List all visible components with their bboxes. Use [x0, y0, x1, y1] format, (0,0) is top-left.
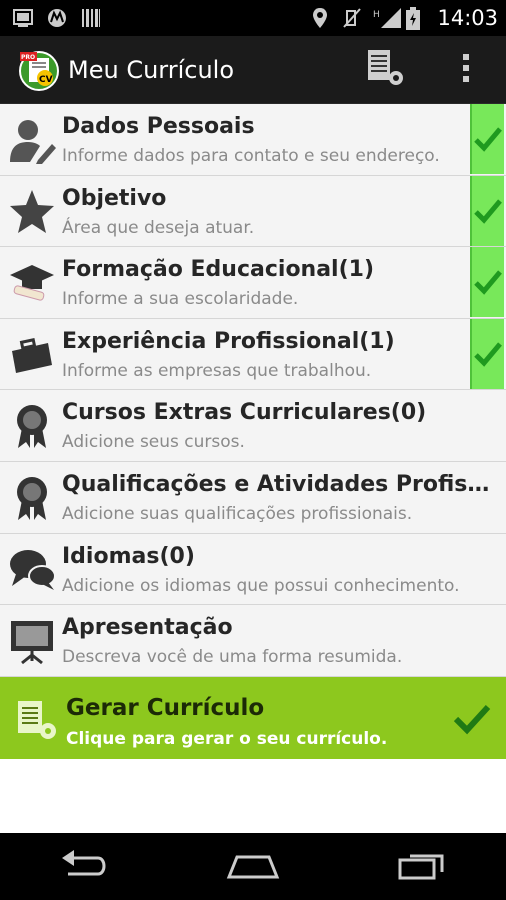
section-title: Cursos Extras Curriculares(0)	[62, 400, 427, 426]
section-title: Experiência Profissional(1)	[62, 328, 395, 354]
section-subtitle: Informe as empresas que trabalhou.	[62, 360, 372, 381]
recent-apps-button[interactable]	[382, 842, 462, 892]
section-experiencia-profissional[interactable]: Experiência Profissional(1) Informe as e…	[0, 318, 506, 391]
section-list: Dados Pessoais Informe dados para contat…	[0, 104, 506, 677]
section-subtitle: Adicione seus cursos.	[62, 432, 245, 453]
signal-h-icon: H	[373, 7, 402, 29]
user-edit-icon	[8, 116, 56, 164]
back-icon	[58, 849, 110, 884]
section-dados-pessoais[interactable]: Dados Pessoais Informe dados para contat…	[0, 104, 506, 176]
section-subtitle: Área que deseja atuar.	[62, 217, 255, 238]
battery-icon	[405, 7, 427, 30]
checkmark-icon	[474, 198, 502, 224]
section-title: Dados Pessoais	[62, 114, 255, 139]
overflow-menu-icon	[460, 52, 472, 88]
section-qualificacoes[interactable]: Qualificações e Atividades Profissio… Ad…	[0, 461, 506, 534]
recent-apps-icon	[396, 850, 448, 884]
graduation-cap-icon	[8, 259, 56, 307]
back-button[interactable]	[44, 842, 124, 892]
settings-document-icon	[362, 48, 410, 92]
app-logo-icon[interactable]: CV PRO	[18, 49, 60, 91]
presentation-board-icon	[8, 617, 56, 665]
home-icon	[225, 851, 281, 883]
briefcase-icon	[8, 331, 56, 379]
section-cursos-extras[interactable]: Cursos Extras Curriculares(0) Adicione s…	[0, 390, 506, 462]
mute-icon	[341, 7, 363, 29]
star-icon	[8, 188, 56, 236]
award-ribbon-icon	[8, 474, 56, 522]
checkmark-icon	[474, 342, 502, 367]
section-subtitle: Informe a sua escolaridade.	[62, 289, 299, 310]
section-title: Objetivo	[62, 185, 167, 211]
section-subtitle: Descreva você de uma forma resumida.	[62, 647, 403, 668]
svg-text:H: H	[373, 10, 380, 20]
section-title: Apresentação	[62, 615, 233, 641]
location-icon	[309, 7, 331, 29]
section-title: Qualificações e Atividades Profissio…	[62, 471, 490, 497]
section-idiomas[interactable]: Idiomas(0) Adicione os idiomas que possu…	[0, 533, 506, 606]
completed-check	[470, 318, 504, 389]
document-settings-icon	[14, 697, 60, 743]
section-subtitle: Adicione suas qualificações profissionai…	[62, 503, 413, 524]
generate-title: Gerar Currículo	[66, 695, 265, 721]
action-bar: CV PRO Meu Currículo	[0, 36, 506, 104]
section-subtitle: Informe dados para contato e seu endereç…	[62, 146, 440, 166]
checkmark-icon	[452, 699, 492, 739]
app-title: Meu Currículo	[68, 55, 235, 84]
clock: 14:03	[437, 6, 498, 30]
status-bar: H 14:03	[0, 0, 506, 36]
overflow-menu-button[interactable]	[442, 46, 490, 94]
section-objetivo[interactable]: Objetivo Área que deseja atuar.	[0, 175, 506, 248]
completed-check	[470, 175, 504, 246]
generate-settings-button[interactable]	[362, 46, 410, 94]
svg-text:PRO: PRO	[21, 54, 35, 61]
chat-bubbles-icon	[8, 546, 56, 594]
generate-subtitle: Clique para gerar o seu currículo.	[66, 729, 388, 749]
section-title: Idiomas(0)	[62, 543, 195, 569]
completed-check	[470, 104, 504, 174]
empty-area	[0, 759, 506, 833]
section-apresentacao[interactable]: Apresentação Descreva você de uma forma …	[0, 605, 506, 677]
screenshot-icon	[12, 7, 34, 29]
motorola-icon	[46, 7, 68, 29]
award-ribbon-icon	[8, 402, 56, 450]
checkmark-icon	[474, 127, 502, 152]
checkmark-icon	[474, 270, 502, 295]
section-formacao-educacional[interactable]: Formação Educacional(1) Informe a sua es…	[0, 247, 506, 319]
section-title: Formação Educacional(1)	[62, 257, 375, 283]
completed-check	[470, 247, 504, 318]
home-button[interactable]	[213, 842, 293, 892]
svg-text:CV: CV	[39, 75, 53, 85]
generate-cv-button[interactable]: Gerar Currículo Clique para gerar o seu …	[0, 677, 506, 759]
barcode-icon	[80, 7, 102, 29]
navigation-bar	[0, 833, 506, 900]
section-subtitle: Adicione os idiomas que possui conhecime…	[62, 575, 460, 596]
